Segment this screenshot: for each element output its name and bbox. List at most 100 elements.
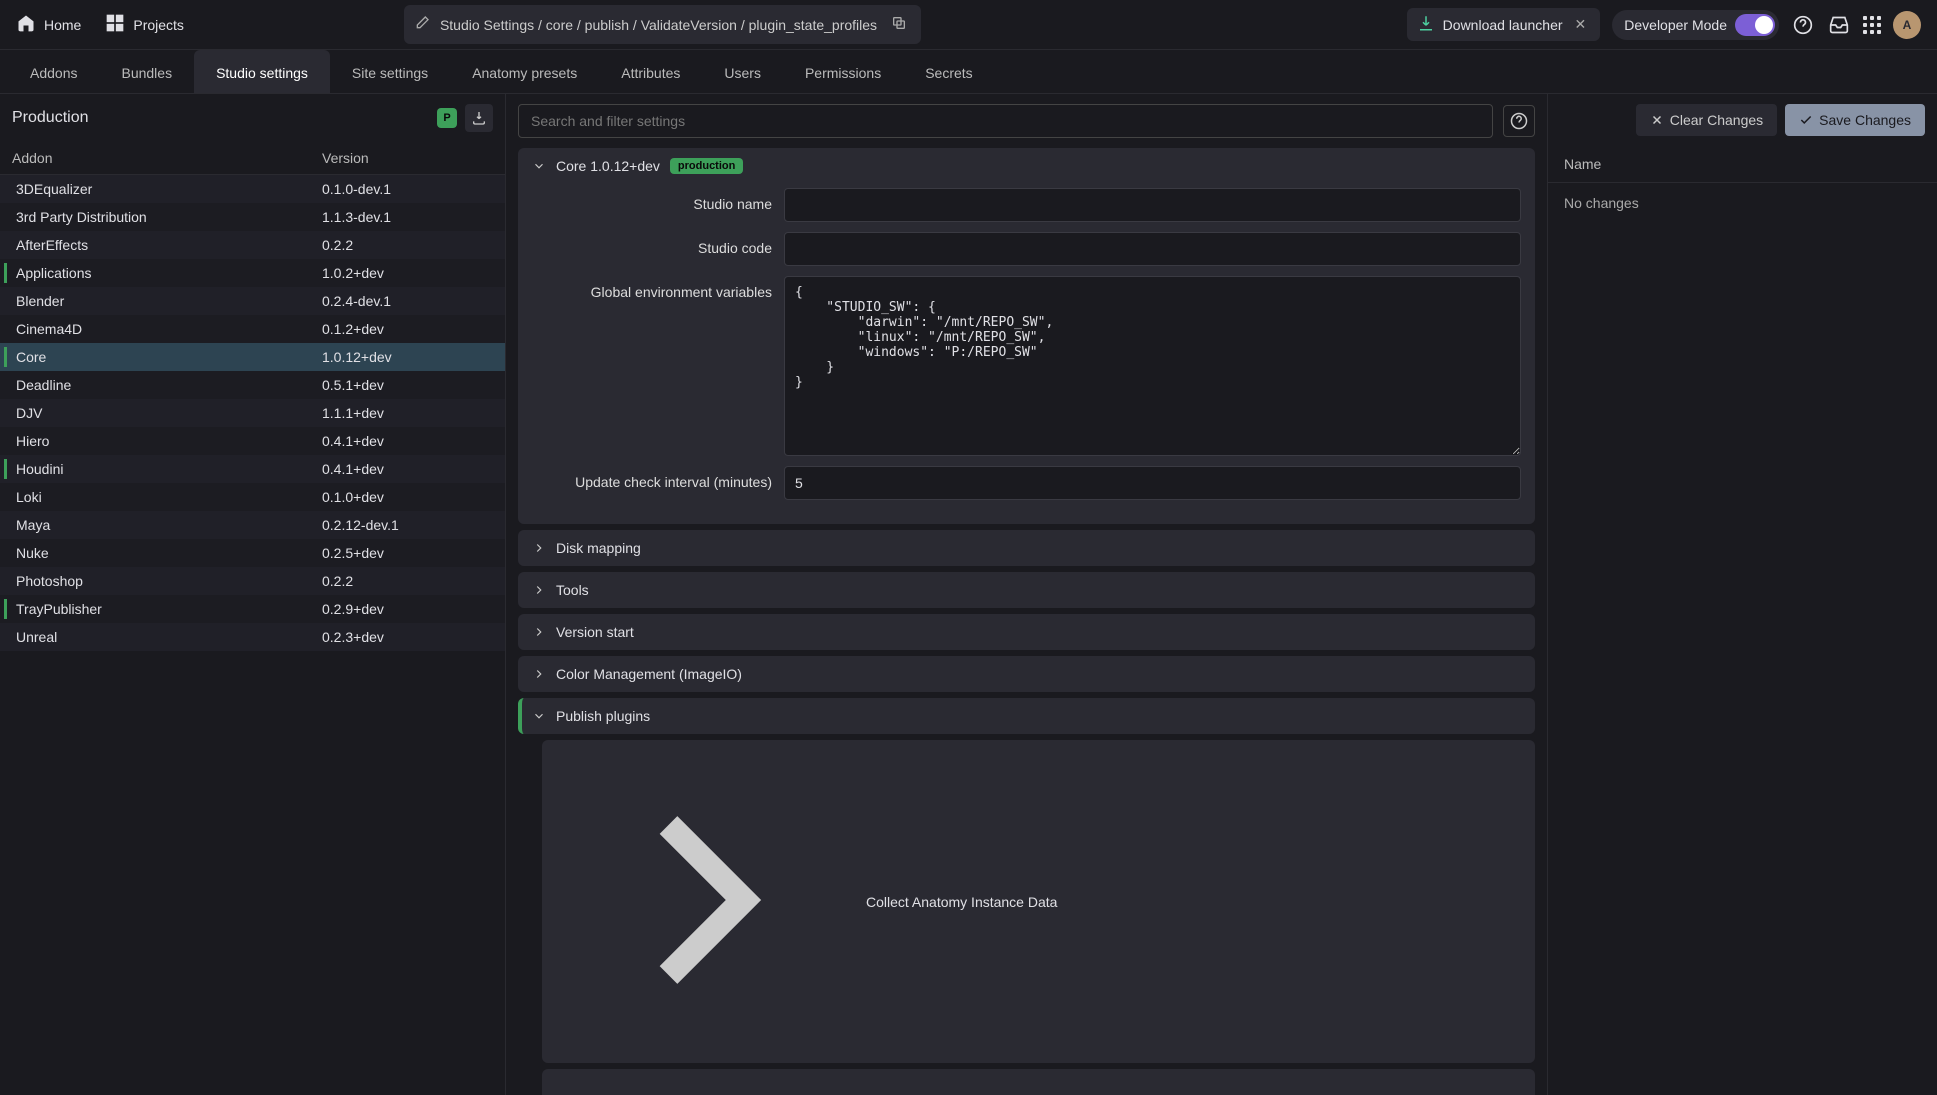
tab-bundles[interactable]: Bundles [99,50,194,93]
subsection-disk-mapping[interactable]: Disk mapping [518,530,1535,566]
addon-row[interactable]: Photoshop0.2.2 [0,567,505,595]
topbar-right: Download launcher ✕ Developer Mode A [1407,8,1921,41]
avatar[interactable]: A [1893,11,1921,39]
addon-name: Hiero [12,433,322,449]
home-icon [16,13,36,36]
update-interval-input[interactable] [784,466,1521,500]
right-panel: Clear Changes Save Changes Name No chang… [1547,94,1937,1095]
env-vars-label: Global environment variables [532,276,772,300]
center-panel: Core 1.0.12+dev production Studio name S… [506,94,1547,1095]
settings-help-button[interactable] [1503,105,1535,137]
chevron-right-icon [556,1079,856,1095]
addon-version: 0.4.1+dev [322,461,493,477]
update-interval-label: Update check interval (minutes) [532,466,772,490]
dev-mode-toggle[interactable] [1735,14,1775,36]
addon-row[interactable]: Loki0.1.0+dev [0,483,505,511]
addon-version: 0.2.5+dev [322,545,493,561]
addon-name: Houdini [12,461,322,477]
addon-version: 0.2.3+dev [322,629,493,645]
col-version: Version [322,150,493,166]
inbox-button[interactable] [1827,13,1851,37]
projects-nav[interactable]: Projects [105,13,184,36]
addon-version: 1.1.1+dev [322,405,493,421]
topbar: Home Projects Studio Settings / core / p… [0,0,1937,50]
addon-name: 3rd Party Distribution [12,209,322,225]
chevron-right-icon [556,750,856,1053]
subsection-tools[interactable]: Tools [518,572,1535,608]
addon-row[interactable]: Core1.0.12+dev [0,343,505,371]
addon-row[interactable]: 3rd Party Distribution1.1.3-dev.1 [0,203,505,231]
addon-name: Loki [12,489,322,505]
addon-row[interactable]: DJV1.1.1+dev [0,399,505,427]
subsection-title: Version start [556,624,634,640]
addon-row[interactable]: Applications1.0.2+dev [0,259,505,287]
addon-name: Applications [12,265,322,281]
tab-site-settings[interactable]: Site settings [330,50,450,93]
close-icon[interactable]: ✕ [1571,16,1591,33]
subsection-collect-anatomy-instance-data[interactable]: Collect Anatomy Instance Data [542,740,1535,1063]
tab-attributes[interactable]: Attributes [599,50,702,93]
breadcrumb-text: Studio Settings / core / publish / Valid… [440,17,877,33]
addon-row[interactable]: 3DEqualizer0.1.0-dev.1 [0,175,505,203]
addon-row[interactable]: TrayPublisher0.2.9+dev [0,595,505,623]
addon-version: 1.0.2+dev [322,265,493,281]
tab-users[interactable]: Users [702,50,783,93]
addon-row[interactable]: Nuke0.2.5+dev [0,539,505,567]
tab-permissions[interactable]: Permissions [783,50,903,93]
tab-studio-settings[interactable]: Studio settings [194,50,330,93]
save-changes-label: Save Changes [1819,112,1911,128]
addon-version: 0.2.2 [322,573,493,589]
addon-name: DJV [12,405,322,421]
subsection-color-management-imageio-[interactable]: Color Management (ImageIO) [518,656,1535,692]
addon-row[interactable]: Cinema4D0.1.2+dev [0,315,505,343]
addon-row[interactable]: AfterEffects0.2.2 [0,231,505,259]
addon-row[interactable]: Maya0.2.12-dev.1 [0,511,505,539]
subsection-title: Publish plugins [556,708,650,724]
download-icon [1417,14,1435,35]
addon-version: 0.2.2 [322,237,493,253]
home-nav[interactable]: Home [16,13,81,36]
addon-name: Cinema4D [12,321,322,337]
developer-mode: Developer Mode [1612,10,1779,40]
addon-row[interactable]: Deadline0.5.1+dev [0,371,505,399]
subsection-collect-audio[interactable]: Collect Audio [542,1069,1535,1095]
studio-code-input[interactable] [784,232,1521,266]
env-vars-textarea[interactable] [784,276,1521,456]
settings-scroll[interactable]: Core 1.0.12+dev production Studio name S… [506,148,1547,1095]
projects-label: Projects [133,17,184,33]
studio-name-input[interactable] [784,188,1521,222]
tab-addons[interactable]: Addons [8,50,99,93]
sidebar: Production P Addon Version 3DEqualizer0.… [0,94,506,1095]
addon-row[interactable]: Blender0.2.4-dev.1 [0,287,505,315]
avatar-initial: A [1903,18,1912,32]
close-icon [1650,113,1664,127]
breadcrumb[interactable]: Studio Settings / core / publish / Valid… [404,5,921,44]
main: Production P Addon Version 3DEqualizer0.… [0,94,1937,1095]
search-input[interactable] [518,104,1493,138]
download-launcher[interactable]: Download launcher ✕ [1407,8,1601,41]
core-section-header[interactable]: Core 1.0.12+dev production [518,148,1535,184]
sidebar-header: Production P [0,94,505,142]
addon-row[interactable]: Houdini0.4.1+dev [0,455,505,483]
import-button[interactable] [465,104,493,132]
tab-anatomy-presets[interactable]: Anatomy presets [450,50,599,93]
copy-button[interactable] [887,11,911,38]
apps-menu[interactable] [1863,16,1881,34]
chevron-right-icon [532,583,546,597]
chevron-right-icon [532,541,546,555]
core-section: Core 1.0.12+dev production Studio name S… [518,148,1535,524]
tab-secrets[interactable]: Secrets [903,50,994,93]
chevron-down-icon [532,709,546,723]
addon-version: 0.2.9+dev [322,601,493,617]
name-column-header: Name [1564,156,1601,172]
clear-changes-button[interactable]: Clear Changes [1636,104,1777,136]
addon-row[interactable]: Unreal0.2.3+dev [0,623,505,651]
addon-name: Maya [12,517,322,533]
addon-row[interactable]: Hiero0.4.1+dev [0,427,505,455]
save-changes-button[interactable]: Save Changes [1785,104,1925,136]
field-env-vars: Global environment variables [532,276,1521,456]
help-button[interactable] [1791,13,1815,37]
no-changes-text: No changes [1564,195,1639,211]
subsection-publish-plugins[interactable]: Publish plugins [518,698,1535,734]
subsection-version-start[interactable]: Version start [518,614,1535,650]
